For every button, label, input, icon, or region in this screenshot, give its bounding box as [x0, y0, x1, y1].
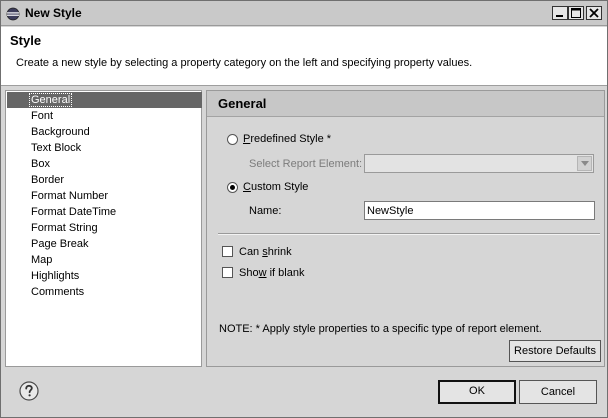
custom-style-label: Custom Style [243, 181, 309, 193]
ok-button[interactable]: OK [438, 380, 516, 404]
button-bar: OK Cancel [1, 369, 607, 417]
category-item-text-block[interactable]: Text Block [7, 140, 202, 156]
name-field[interactable] [364, 201, 595, 220]
category-item-format-datetime[interactable]: Format DateTime [7, 204, 202, 220]
cancel-button[interactable]: Cancel [519, 380, 597, 404]
category-item-background[interactable]: Background [7, 124, 202, 140]
predefined-style-label: Predefined Style * [243, 133, 332, 145]
title-bar: New Style [1, 1, 607, 26]
custom-style-radio[interactable] [227, 182, 238, 193]
note-text: NOTE: * Apply style properties to a spec… [219, 323, 542, 335]
category-item-format-number[interactable]: Format Number [7, 188, 202, 204]
close-icon [589, 8, 599, 18]
property-panel: General Predefined Style * Select Report… [206, 90, 605, 367]
category-item-highlights[interactable]: Highlights [7, 268, 202, 284]
category-item-map[interactable]: Map [7, 252, 202, 268]
category-item-comments[interactable]: Comments [7, 284, 202, 300]
show-if-blank-label: Show if blank [239, 267, 305, 279]
show-if-blank-checkbox[interactable] [222, 267, 233, 278]
panel-header: General [207, 91, 604, 117]
predefined-style-radio[interactable] [227, 134, 238, 145]
category-item-border[interactable]: Border [7, 172, 202, 188]
can-shrink-label: Can shrink [239, 246, 292, 258]
maximize-button[interactable] [568, 6, 584, 20]
select-dropdown-button[interactable] [577, 156, 592, 171]
maximize-icon [571, 8, 581, 18]
name-label: Name: [249, 205, 282, 217]
header-title: Style [10, 33, 42, 48]
restore-defaults-button[interactable]: Restore Defaults [509, 340, 601, 362]
chevron-down-icon [580, 161, 589, 166]
help-icon[interactable] [19, 381, 39, 401]
category-item-general[interactable]: General [7, 92, 202, 108]
eclipse-icon [6, 7, 20, 21]
can-shrink-checkbox[interactable] [222, 246, 233, 257]
category-item-box[interactable]: Box [7, 156, 202, 172]
minimize-button[interactable] [552, 6, 568, 20]
dialog-header: Style Create a new style by selecting a … [1, 27, 607, 86]
new-style-dialog: New Style Style Create a new style by se… [0, 0, 608, 418]
category-item-font[interactable]: Font [7, 108, 202, 124]
category-item-page-break[interactable]: Page Break [7, 236, 202, 252]
panel-title: General [218, 96, 267, 111]
separator [218, 233, 600, 235]
close-button[interactable] [586, 6, 602, 20]
category-list: General Font Background Text Block Box B… [5, 90, 202, 367]
category-item-format-string[interactable]: Format String [7, 220, 202, 236]
header-description: Create a new style by selecting a proper… [16, 57, 473, 69]
minimize-icon [556, 15, 563, 17]
report-element-select[interactable] [364, 154, 594, 173]
window-title: New Style [25, 6, 82, 20]
select-report-element-label: Select Report Element: [249, 158, 363, 170]
